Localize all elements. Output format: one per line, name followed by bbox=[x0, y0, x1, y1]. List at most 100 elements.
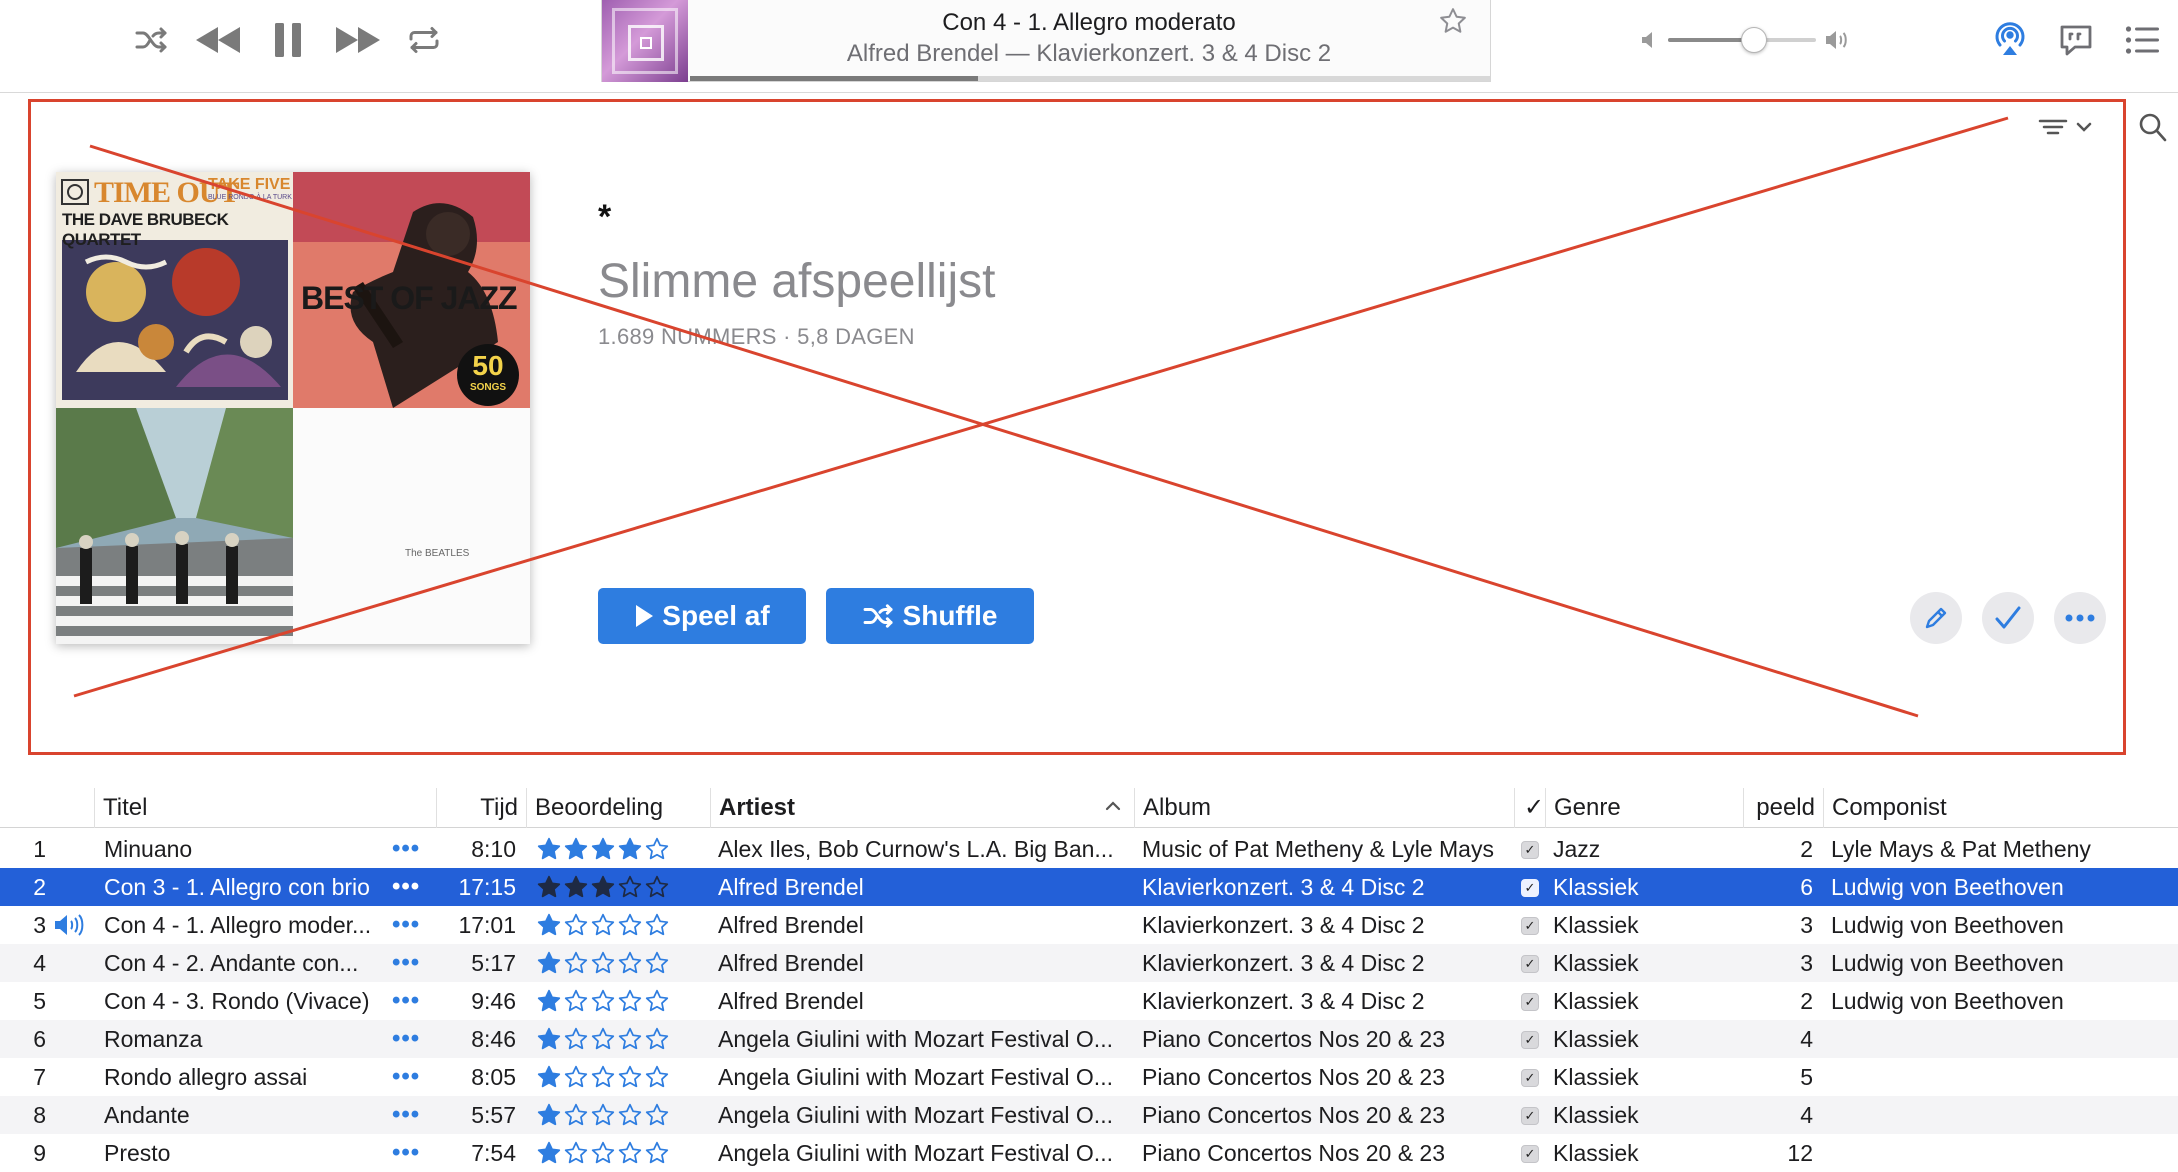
rating-star-icon[interactable] bbox=[590, 1026, 616, 1052]
now-playing-artwork[interactable] bbox=[602, 0, 688, 82]
track-rating[interactable] bbox=[536, 1096, 670, 1134]
rating-star-icon[interactable] bbox=[644, 912, 670, 938]
next-button[interactable] bbox=[332, 20, 384, 60]
lyrics-button[interactable] bbox=[2056, 20, 2096, 60]
search-button[interactable] bbox=[2138, 112, 2168, 144]
view-options-button[interactable] bbox=[2038, 112, 2098, 142]
track-rating[interactable] bbox=[536, 1134, 670, 1172]
track-checkbox[interactable]: ✓ bbox=[1521, 1107, 1539, 1125]
volume-control[interactable] bbox=[1640, 22, 1850, 58]
rating-star-icon[interactable] bbox=[590, 912, 616, 938]
rating-star-icon[interactable] bbox=[536, 836, 562, 862]
track-rating[interactable] bbox=[536, 982, 670, 1020]
table-row[interactable]: 7 Rondo allegro assai ••• 8:05 Angela Giulin… bbox=[0, 1058, 2178, 1096]
track-checkbox[interactable]: ✓ bbox=[1521, 1069, 1539, 1087]
rating-star-icon[interactable] bbox=[590, 1102, 616, 1128]
table-row[interactable]: 2 Con 3 - 1. Allegro con brio ••• 17:15 Alfr… bbox=[0, 868, 2178, 906]
favorite-button[interactable] bbox=[1438, 6, 1468, 43]
track-more-button[interactable]: ••• bbox=[392, 830, 420, 868]
table-row[interactable]: 6 Romanza ••• 8:46 Angela Giulini with Mozar… bbox=[0, 1020, 2178, 1058]
track-rating[interactable] bbox=[536, 944, 670, 982]
track-rating[interactable] bbox=[536, 1058, 670, 1096]
pause-button[interactable] bbox=[270, 18, 306, 62]
table-row[interactable]: 9 Presto ••• 7:54 Angela Giulini with Mozart… bbox=[0, 1134, 2178, 1172]
airplay-button[interactable] bbox=[1990, 18, 2030, 60]
rating-star-icon[interactable] bbox=[644, 950, 670, 976]
rating-star-icon[interactable] bbox=[536, 988, 562, 1014]
track-more-button[interactable]: ••• bbox=[392, 906, 420, 944]
track-rating[interactable] bbox=[536, 1020, 670, 1058]
rating-star-icon[interactable] bbox=[617, 1064, 643, 1090]
shuffle-button[interactable] bbox=[132, 22, 172, 58]
play-button[interactable]: Speel af bbox=[598, 588, 806, 644]
rating-star-icon[interactable] bbox=[644, 1064, 670, 1090]
check-button[interactable] bbox=[1982, 592, 2034, 644]
track-checkbox[interactable]: ✓ bbox=[1521, 1031, 1539, 1049]
rating-star-icon[interactable] bbox=[563, 836, 589, 862]
rating-star-icon[interactable] bbox=[563, 1102, 589, 1128]
column-header-time[interactable]: Tijd bbox=[436, 788, 526, 828]
edit-playlist-button[interactable] bbox=[1910, 592, 1962, 644]
table-row[interactable]: 3 Con 4 - 1. Allegro moder... ••• 17:01 Alfr… bbox=[0, 906, 2178, 944]
rating-star-icon[interactable] bbox=[617, 988, 643, 1014]
rating-star-icon[interactable] bbox=[536, 1064, 562, 1090]
rating-star-icon[interactable] bbox=[617, 1026, 643, 1052]
repeat-button[interactable] bbox=[404, 22, 444, 58]
track-more-button[interactable]: ••• bbox=[392, 944, 420, 982]
track-rating[interactable] bbox=[536, 906, 670, 944]
previous-button[interactable] bbox=[192, 20, 244, 60]
rating-star-icon[interactable] bbox=[644, 836, 670, 862]
track-checkbox[interactable]: ✓ bbox=[1521, 955, 1539, 973]
now-playing-subtitle[interactable]: Alfred Brendel — Klavierkonzert. 3 & 4 D… bbox=[688, 40, 1490, 68]
rating-star-icon[interactable] bbox=[536, 1140, 562, 1166]
rating-star-icon[interactable] bbox=[617, 912, 643, 938]
track-more-button[interactable]: ••• bbox=[392, 1134, 420, 1172]
column-header-plays[interactable]: peeld bbox=[1743, 788, 1823, 828]
rating-star-icon[interactable] bbox=[536, 950, 562, 976]
rating-star-icon[interactable] bbox=[536, 912, 562, 938]
track-more-button[interactable]: ••• bbox=[392, 1058, 420, 1096]
track-more-button[interactable]: ••• bbox=[392, 982, 420, 1020]
track-checkbox[interactable]: ✓ bbox=[1521, 917, 1539, 935]
rating-star-icon[interactable] bbox=[563, 950, 589, 976]
rating-star-icon[interactable] bbox=[590, 988, 616, 1014]
track-rating[interactable] bbox=[536, 868, 670, 906]
now-playing-panel[interactable]: Con 4 - 1. Allegro moderato Alfred Brend… bbox=[601, 0, 1491, 82]
rating-star-icon[interactable] bbox=[563, 988, 589, 1014]
track-more-button[interactable]: ••• bbox=[392, 1020, 420, 1058]
rating-star-icon[interactable] bbox=[563, 1140, 589, 1166]
up-next-button[interactable] bbox=[2122, 20, 2164, 60]
rating-star-icon[interactable] bbox=[536, 1026, 562, 1052]
rating-star-icon[interactable] bbox=[536, 874, 562, 900]
rating-star-icon[interactable] bbox=[644, 988, 670, 1014]
track-checkbox[interactable]: ✓ bbox=[1521, 879, 1539, 897]
table-row[interactable]: 5 Con 4 - 3. Rondo (Vivace) ••• 9:46 Alfred … bbox=[0, 982, 2178, 1020]
column-header-rating[interactable]: Beoordeling bbox=[526, 788, 710, 828]
rating-star-icon[interactable] bbox=[590, 874, 616, 900]
rating-star-icon[interactable] bbox=[536, 1102, 562, 1128]
rating-star-icon[interactable] bbox=[563, 912, 589, 938]
track-checkbox[interactable]: ✓ bbox=[1521, 993, 1539, 1011]
rating-star-icon[interactable] bbox=[644, 1102, 670, 1128]
track-checkbox[interactable]: ✓ bbox=[1521, 841, 1539, 859]
column-header-artist[interactable]: Artiest bbox=[710, 788, 1134, 828]
rating-star-icon[interactable] bbox=[590, 950, 616, 976]
table-row[interactable]: 8 Andante ••• 5:57 Angela Giulini with Mozar… bbox=[0, 1096, 2178, 1134]
playback-progress-bar[interactable] bbox=[690, 76, 1490, 81]
rating-star-icon[interactable] bbox=[617, 950, 643, 976]
rating-star-icon[interactable] bbox=[590, 1064, 616, 1090]
rating-star-icon[interactable] bbox=[563, 1064, 589, 1090]
rating-star-icon[interactable] bbox=[617, 874, 643, 900]
rating-star-icon[interactable] bbox=[590, 836, 616, 862]
rating-star-icon[interactable] bbox=[644, 1026, 670, 1052]
table-row[interactable]: 4 Con 4 - 2. Andante con... ••• 5:17 Alfred … bbox=[0, 944, 2178, 982]
rating-star-icon[interactable] bbox=[617, 836, 643, 862]
track-checkbox[interactable]: ✓ bbox=[1521, 1145, 1539, 1163]
track-more-button[interactable]: ••• bbox=[392, 868, 420, 906]
rating-star-icon[interactable] bbox=[644, 1140, 670, 1166]
rating-star-icon[interactable] bbox=[590, 1140, 616, 1166]
rating-star-icon[interactable] bbox=[617, 1102, 643, 1128]
more-options-button[interactable] bbox=[2054, 592, 2106, 644]
track-rating[interactable] bbox=[536, 830, 670, 868]
rating-star-icon[interactable] bbox=[563, 874, 589, 900]
